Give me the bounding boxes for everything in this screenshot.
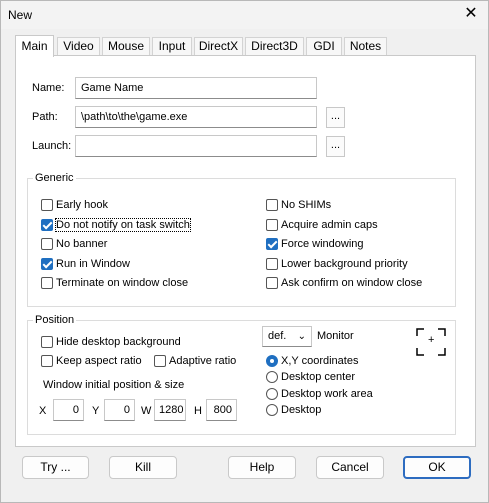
position-group-title: Position <box>33 314 77 326</box>
radio-label: Desktop <box>281 404 322 417</box>
chevron-down-icon: ⌄ <box>297 331 306 342</box>
launch-field[interactable] <box>75 135 317 157</box>
radio-label: Desktop center <box>281 371 355 384</box>
w-label: W <box>141 405 152 417</box>
checkbox-box <box>41 355 53 368</box>
x-field[interactable]: 0 <box>53 399 84 421</box>
window-title: New <box>8 8 33 22</box>
browse-path-button[interactable]: ... <box>326 107 345 128</box>
checkbox-label: Early hook <box>56 199 108 212</box>
checkbox-box <box>154 355 166 368</box>
name-field[interactable]: Game Name <box>75 77 317 99</box>
tab-video[interactable]: Video <box>57 37 100 56</box>
checkbox-box <box>41 336 53 349</box>
lower-bg-priority-checkbox[interactable]: Lower background priority <box>266 258 408 274</box>
checkbox-box <box>41 258 53 271</box>
ok-button[interactable]: OK <box>403 456 471 479</box>
kill-button[interactable]: Kill <box>109 456 177 479</box>
launch-label: Launch: <box>32 140 72 152</box>
x-label: X <box>39 405 47 417</box>
radio-label: Desktop work area <box>281 388 373 401</box>
monitor-select[interactable]: def. ⌄ <box>262 326 312 347</box>
tab-mouse[interactable]: Mouse <box>102 37 150 56</box>
force-windowing-checkbox[interactable]: Force windowing <box>266 238 364 254</box>
generic-group-title: Generic <box>33 172 76 184</box>
tab-input[interactable]: Input <box>152 37 192 56</box>
checkbox-box <box>41 219 53 232</box>
checkbox-label: Keep aspect ratio <box>56 355 142 368</box>
keep-aspect-ratio-checkbox[interactable]: Keep aspect ratio <box>41 355 142 371</box>
checkbox-label: Hide desktop background <box>56 336 181 349</box>
initial-position-label: Window initial position & size <box>43 379 185 391</box>
title-bar: New ✕ <box>1 1 488 29</box>
hide-desktop-bg-checkbox[interactable]: Hide desktop background <box>41 336 181 352</box>
path-label: Path: <box>32 111 58 123</box>
path-field[interactable]: \path\to\the\game.exe <box>75 106 317 128</box>
radio-dot <box>266 371 278 384</box>
checkbox-label: Lower background priority <box>281 258 408 271</box>
close-icon[interactable]: ✕ <box>460 4 482 26</box>
tab-directx[interactable]: DirectX <box>194 37 243 56</box>
run-in-window-checkbox[interactable]: Run in Window <box>41 258 130 274</box>
checkbox-label: Terminate on window close <box>56 277 189 290</box>
cancel-button[interactable]: Cancel <box>316 456 384 479</box>
help-button[interactable]: Help <box>228 456 296 479</box>
checkbox-label: Do not notify on task switch <box>55 218 191 233</box>
tab-gdi[interactable]: GDI <box>306 37 342 56</box>
crosshair-plus: + <box>428 334 435 346</box>
radio-desktop[interactable]: Desktop <box>266 404 321 420</box>
checkbox-label: Acquire admin caps <box>281 219 378 232</box>
acquire-admin-caps-checkbox[interactable]: Acquire admin caps <box>266 219 378 235</box>
y-field[interactable]: 0 <box>104 399 135 421</box>
checkbox-label: Run in Window <box>56 258 130 271</box>
no-shims-checkbox[interactable]: No SHIMs <box>266 199 331 215</box>
adaptive-ratio-checkbox[interactable]: Adaptive ratio <box>154 355 236 371</box>
checkbox-box <box>266 258 278 271</box>
checkbox-box <box>266 199 278 212</box>
terminate-on-close-checkbox[interactable]: Terminate on window close <box>41 277 188 293</box>
width-field[interactable]: 1280 <box>154 399 186 421</box>
radio-xy-coordinates[interactable]: X,Y coordinates <box>266 355 358 371</box>
checkbox-label: Force windowing <box>281 238 364 251</box>
tab-main[interactable]: Main <box>15 35 54 57</box>
radio-dot <box>266 388 278 401</box>
no-banner-checkbox[interactable]: No banner <box>41 238 107 254</box>
radio-desktop-work-area[interactable]: Desktop work area <box>266 388 373 404</box>
radio-desktop-center[interactable]: Desktop center <box>266 371 355 387</box>
checkbox-label: Ask confirm on window close <box>281 277 423 290</box>
checkbox-box <box>41 199 53 212</box>
tab-direct3d[interactable]: Direct3D <box>245 37 304 56</box>
h-label: H <box>194 405 202 417</box>
radio-dot <box>266 404 278 417</box>
checkbox-label: No SHIMs <box>281 199 332 212</box>
monitor-label: Monitor <box>317 330 354 342</box>
checkbox-box <box>266 277 278 290</box>
checkbox-box <box>41 238 53 251</box>
name-label: Name: <box>32 82 65 94</box>
checkbox-box <box>266 238 278 251</box>
radio-label: X,Y coordinates <box>281 355 359 368</box>
try-button[interactable]: Try ... <box>22 456 89 479</box>
no-notify-task-switch-checkbox[interactable]: Do not notify on task switch <box>41 218 191 235</box>
early-hook-checkbox[interactable]: Early hook <box>41 199 108 215</box>
crosshair-icon[interactable]: + <box>416 328 446 356</box>
dialog-window: New ✕ Main Video Mouse Input DirectX Dir… <box>0 0 489 503</box>
radio-dot <box>266 355 278 368</box>
checkbox-label: No banner <box>56 238 108 251</box>
ask-confirm-close-checkbox[interactable]: Ask confirm on window close <box>266 277 422 293</box>
checkbox-box <box>266 219 278 232</box>
height-field[interactable]: 800 <box>206 399 237 421</box>
monitor-select-value: def. <box>268 330 287 342</box>
browse-launch-button[interactable]: ... <box>326 136 345 157</box>
checkbox-label: Adaptive ratio <box>169 355 237 368</box>
y-label: Y <box>92 405 100 417</box>
checkbox-box <box>41 277 53 290</box>
tab-notes[interactable]: Notes <box>344 37 387 56</box>
